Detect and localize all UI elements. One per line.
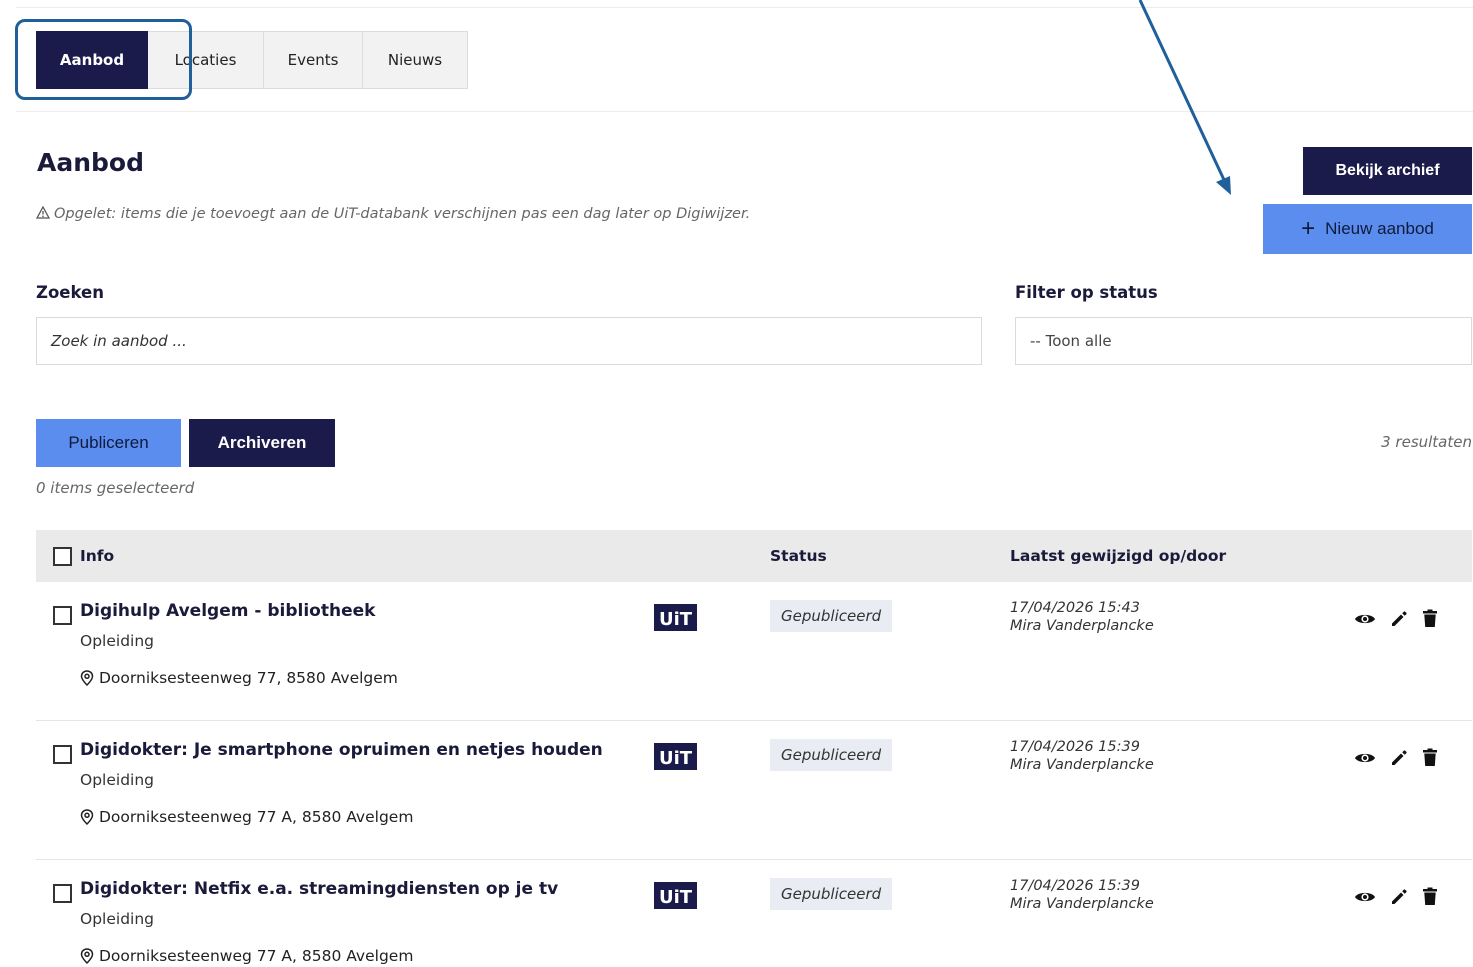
row-title[interactable]: Digidokter: Netfix e.a. streamingdienste…	[80, 879, 558, 899]
row-checkbox[interactable]	[53, 745, 72, 764]
row-title[interactable]: Digihulp Avelgem - bibliotheek	[80, 601, 375, 621]
table-row: Digidokter: Netfix e.a. streamingdienste…	[36, 860, 1472, 967]
header-info: Info	[80, 547, 115, 565]
view-archive-button[interactable]: Bekijk archief	[1303, 147, 1472, 195]
row-actions	[1354, 887, 1438, 906]
uit-logo-text: UiT	[659, 609, 693, 630]
eye-icon[interactable]	[1354, 889, 1376, 905]
row-actions	[1354, 748, 1438, 767]
selected-count: 0 items geselecteerd	[36, 479, 195, 497]
location-pin-icon	[80, 670, 94, 686]
row-address-text: Doorniksesteenweg 77 A, 8580 Avelgem	[99, 808, 414, 826]
table-row: Digidokter: Je smartphone opruimen en ne…	[36, 721, 1472, 860]
row-type: Opleiding	[80, 910, 154, 928]
search-input[interactable]: Zoek in aanbod ...	[36, 317, 982, 365]
top-divider	[16, 7, 1473, 8]
trash-icon[interactable]	[1422, 609, 1438, 628]
eye-icon[interactable]	[1354, 611, 1376, 627]
row-address-text: Doorniksesteenweg 77, 8580 Avelgem	[99, 669, 398, 687]
new-offer-button[interactable]: + Nieuw aanbod	[1263, 204, 1472, 254]
header-status: Status	[770, 547, 827, 565]
status-filter-select[interactable]: -- Toon alle	[1015, 317, 1472, 365]
row-address: Doorniksesteenweg 77, 8580 Avelgem	[80, 669, 398, 687]
pencil-icon[interactable]	[1390, 610, 1408, 628]
warning-icon	[36, 206, 50, 219]
table-header: Info Status Laatst gewijzigd op/door	[36, 530, 1472, 582]
row-modified-date: 17/04/2026 15:39	[1010, 739, 1140, 755]
row-address: Doorniksesteenweg 77 A, 8580 Avelgem	[80, 808, 413, 826]
tab-aanbod[interactable]: Aanbod	[36, 31, 148, 89]
row-modified: 17/04/2026 15:39 Mira Vanderplancke	[1010, 738, 1154, 774]
row-address: Doorniksesteenweg 77 A, 8580 Avelgem	[80, 947, 413, 965]
row-checkbox[interactable]	[53, 606, 72, 625]
row-address-text: Doorniksesteenweg 77 A, 8580 Avelgem	[99, 947, 414, 965]
status-badge: Gepubliceerd	[770, 600, 893, 632]
row-modified-date: 17/04/2026 15:43	[1010, 600, 1140, 616]
status-badge: Gepubliceerd	[770, 878, 893, 910]
row-modified: 17/04/2026 15:39 Mira Vanderplancke	[1010, 877, 1154, 913]
pencil-icon[interactable]	[1390, 888, 1408, 906]
table-row: Digihulp Avelgem - bibliotheek Opleiding…	[36, 582, 1472, 721]
new-offer-label: Nieuw aanbod	[1325, 219, 1434, 238]
tab-divider	[16, 111, 1473, 112]
tab-locaties[interactable]: Locaties	[148, 31, 264, 89]
archive-button[interactable]: Archiveren	[189, 419, 335, 467]
row-actions	[1354, 609, 1438, 628]
row-title[interactable]: Digidokter: Je smartphone opruimen en ne…	[80, 740, 603, 760]
row-checkbox[interactable]	[53, 884, 72, 903]
select-all-checkbox[interactable]	[53, 546, 72, 566]
publish-button[interactable]: Publiceren	[36, 419, 181, 467]
header-modified: Laatst gewijzigd op/door	[1010, 547, 1227, 565]
tab-events[interactable]: Events	[264, 31, 363, 89]
tab-bar: Aanbod Locaties Events Nieuws	[36, 31, 468, 89]
pencil-icon[interactable]	[1390, 749, 1408, 767]
location-pin-icon	[80, 948, 94, 964]
row-modified-by: Mira Vanderplancke	[1010, 618, 1154, 634]
row-modified-date: 17/04/2026 15:39	[1010, 878, 1140, 894]
annotation-arrow	[1138, 0, 1231, 195]
select-all-checkbox-cell	[53, 530, 72, 582]
location-pin-icon	[80, 809, 94, 825]
notice-message: Opgelet: items die je toevoegt aan de Ui…	[54, 206, 751, 222]
search-label: Zoeken	[36, 283, 104, 302]
filter-label: Filter op status	[1015, 283, 1158, 302]
uit-logo: UiT	[654, 604, 697, 631]
uit-logo: UiT	[654, 743, 697, 770]
notice-text: Opgelet: items die je toevoegt aan de Ui…	[36, 201, 756, 227]
results-count: 3 resultaten	[1381, 433, 1472, 451]
row-modified: 17/04/2026 15:43 Mira Vanderplancke	[1010, 599, 1154, 635]
uit-logo-text: UiT	[659, 748, 693, 769]
tab-nieuws[interactable]: Nieuws	[363, 31, 468, 89]
row-type: Opleiding	[80, 632, 154, 650]
uit-logo: UiT	[654, 882, 697, 909]
page-title: Aanbod	[37, 148, 144, 177]
row-modified-by: Mira Vanderplancke	[1010, 757, 1154, 773]
row-type: Opleiding	[80, 771, 154, 789]
uit-logo-text: UiT	[659, 887, 693, 908]
plus-icon: +	[1301, 215, 1316, 242]
row-modified-by: Mira Vanderplancke	[1010, 896, 1154, 912]
eye-icon[interactable]	[1354, 750, 1376, 766]
trash-icon[interactable]	[1422, 887, 1438, 906]
status-badge: Gepubliceerd	[770, 739, 893, 771]
trash-icon[interactable]	[1422, 748, 1438, 767]
